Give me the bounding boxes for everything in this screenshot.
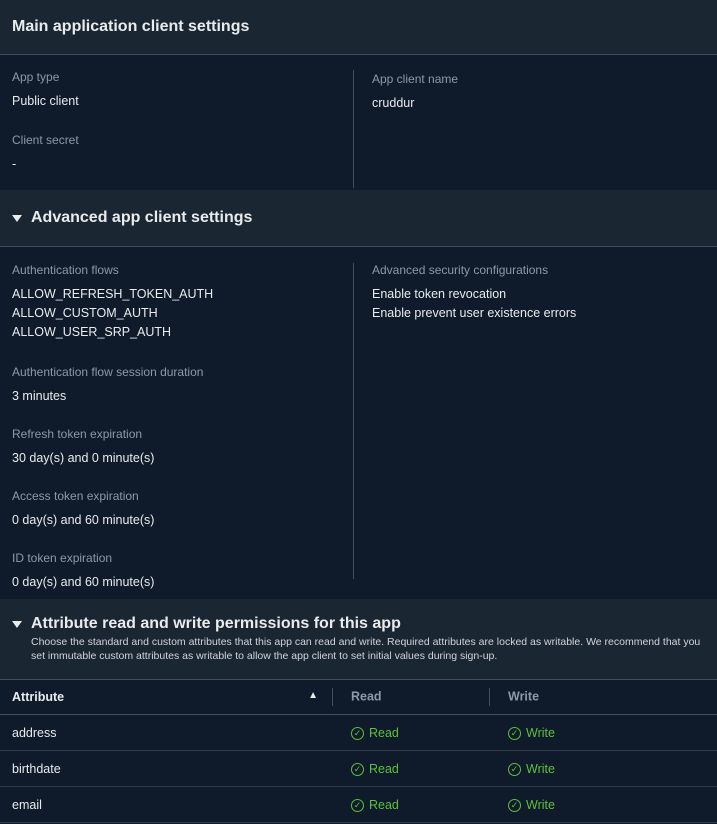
- session-duration-label: Authentication flow session duration: [12, 365, 204, 379]
- read-cell: ✓ Read: [332, 750, 489, 787]
- attributes-toggle[interactable]: Attribute read and write permissions for…: [12, 615, 705, 633]
- caret-down-icon[interactable]: [12, 620, 22, 628]
- write-cell: ✓ Write: [489, 786, 717, 823]
- main-settings-title: Main application client settings: [12, 18, 250, 35]
- app-client-name-value: cruddur: [372, 96, 415, 110]
- table-row: email ✓ Read ✓ Write: [0, 786, 717, 823]
- client-secret-value: -: [12, 157, 17, 171]
- advanced-settings-title[interactable]: Advanced app client settings: [31, 209, 252, 227]
- check-circle-icon: ✓: [508, 726, 521, 740]
- column-header-write: Write: [489, 680, 717, 715]
- column-header-read-label: Read: [351, 689, 382, 704]
- check-circle-icon: ✓: [508, 762, 521, 776]
- refresh-token-value: 30 day(s) and 0 minute(s): [12, 451, 155, 465]
- auth-flow-item: ALLOW_USER_SRP_AUTH: [12, 325, 172, 339]
- access-token-value: 0 day(s) and 60 minute(s): [12, 513, 155, 527]
- column-divider: [489, 688, 490, 706]
- write-status: Write: [526, 762, 555, 777]
- write-status: Write: [526, 726, 555, 741]
- write-cell: ✓ Write: [489, 714, 717, 751]
- app-type-value: Public client: [12, 94, 79, 108]
- read-status: Read: [369, 762, 399, 777]
- security-config-item: Enable token revocation: [372, 287, 507, 301]
- sort-ascending-icon[interactable]: ▲: [308, 690, 318, 701]
- attribute-name: birthdate: [0, 750, 332, 787]
- advanced-settings-left: Authentication flows ALLOW_REFRESH_TOKEN…: [0, 263, 354, 589]
- id-token-label: ID token expiration: [12, 551, 113, 565]
- check-circle-icon: ✓: [351, 726, 364, 740]
- column-header-attribute-label: Attribute: [12, 690, 65, 704]
- caret-down-icon[interactable]: [12, 214, 22, 222]
- read-status: Read: [369, 726, 399, 741]
- column-header-read: Read: [332, 680, 489, 715]
- app-type-label: App type: [12, 70, 60, 84]
- read-cell: ✓ Read: [332, 714, 489, 751]
- column-header-attribute[interactable]: Attribute ▲: [0, 680, 332, 715]
- check-circle-icon: ✓: [351, 798, 364, 812]
- main-settings-left: App type Public client Client secret -: [0, 70, 354, 188]
- column-divider: [332, 688, 333, 706]
- attributes-table: Attribute ▲ Read Write address ✓ Read ✓ Wr…: [0, 680, 717, 823]
- app-client-name-label: App client name: [372, 72, 459, 86]
- read-status: Read: [369, 798, 399, 813]
- client-secret-label: Client secret: [12, 133, 79, 147]
- attributes-header: Attribute read and write permissions for…: [0, 599, 717, 680]
- main-settings-right: App client name cruddur: [354, 55, 717, 190]
- session-duration-value: 3 minutes: [12, 389, 67, 403]
- id-token-value: 0 day(s) and 60 minute(s): [12, 575, 155, 589]
- advanced-settings-header[interactable]: Advanced app client settings: [0, 190, 717, 247]
- write-status: Write: [526, 798, 555, 813]
- security-config-label: Advanced security configurations: [372, 263, 549, 277]
- advanced-settings-body: Authentication flows ALLOW_REFRESH_TOKEN…: [0, 247, 717, 599]
- table-row: birthdate ✓ Read ✓ Write: [0, 750, 717, 787]
- attributes-title[interactable]: Attribute read and write permissions for…: [31, 615, 401, 633]
- auth-flow-item: ALLOW_CUSTOM_AUTH: [12, 306, 158, 320]
- access-token-label: Access token expiration: [12, 489, 139, 503]
- check-circle-icon: ✓: [351, 762, 364, 776]
- auth-flow-item: ALLOW_REFRESH_TOKEN_AUTH: [12, 287, 214, 301]
- read-cell: ✓ Read: [332, 786, 489, 823]
- table-row: address ✓ Read ✓ Write: [0, 714, 717, 751]
- column-header-write-label: Write: [508, 689, 540, 704]
- check-circle-icon: ✓: [508, 798, 521, 812]
- write-cell: ✓ Write: [489, 750, 717, 787]
- auth-flows-label: Authentication flows: [12, 263, 119, 277]
- advanced-settings-right: Advanced security configurations Enable …: [354, 247, 717, 599]
- security-config-item: Enable prevent user existence errors: [372, 306, 577, 320]
- main-settings-header: Main application client settings: [0, 0, 717, 55]
- attribute-name: address: [0, 714, 332, 751]
- attributes-description: Choose the standard and custom attribute…: [31, 636, 701, 662]
- table-header-row: Attribute ▲ Read Write: [0, 680, 717, 715]
- refresh-token-label: Refresh token expiration: [12, 427, 143, 441]
- attribute-name: email: [0, 786, 332, 823]
- main-settings-body: App type Public client Client secret - A…: [0, 55, 717, 190]
